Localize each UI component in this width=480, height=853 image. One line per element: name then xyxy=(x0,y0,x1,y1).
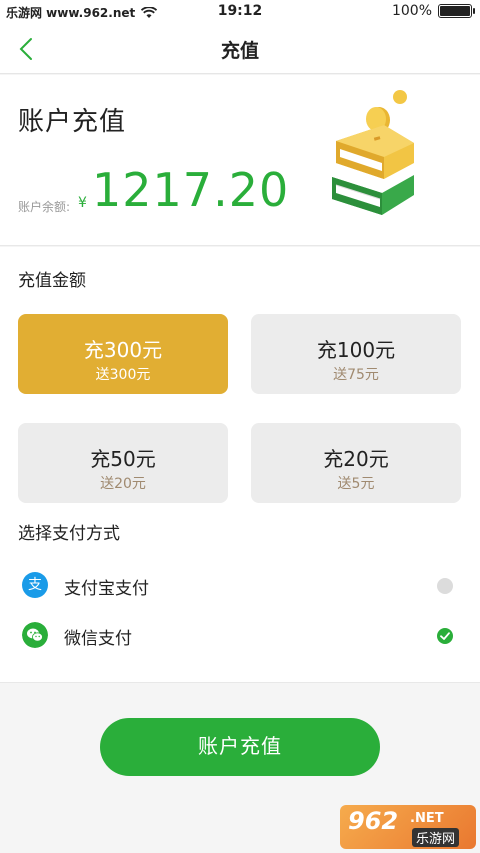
amount-option-main: 充300元 xyxy=(83,338,163,362)
checkmark-icon[interactable] xyxy=(437,628,453,644)
amount-option-gift: 送20元 xyxy=(100,476,146,492)
amount-section-label: 充值金额 xyxy=(18,271,86,291)
amount-option-20[interactable]: 充20元 送5元 xyxy=(251,423,461,503)
amount-option-50[interactable]: 充50元 送20元 xyxy=(18,423,228,503)
amount-option-gift: 送5元 xyxy=(337,476,375,492)
battery-level xyxy=(440,6,470,16)
battery-icon xyxy=(438,4,475,18)
amount-option-300[interactable]: 充300元 送300元 xyxy=(18,314,228,394)
payment-option-alipay[interactable]: 支 支付宝支付 xyxy=(0,562,480,608)
battery-percent: 100% xyxy=(391,3,432,19)
amount-option-main: 充20元 xyxy=(323,447,389,471)
battery-status: 100% xyxy=(391,3,475,19)
card-title: 账户充值 xyxy=(18,107,127,137)
alipay-icon: 支 xyxy=(22,572,48,598)
wechat-icon xyxy=(22,622,48,648)
status-bar: 乐游网 www.962.net 19:12 100% xyxy=(0,0,480,24)
recharge-options: 充值金额 充300元 送300元 充100元 送75元 充50元 送20元 充2… xyxy=(0,247,480,683)
payment-section-label: 选择支付方式 xyxy=(18,524,120,544)
watermark-number: 962 xyxy=(348,807,399,835)
payment-label-wechat: 微信支付 xyxy=(64,629,132,649)
currency-symbol: ¥ xyxy=(78,195,87,211)
books-coins-icon xyxy=(332,90,414,215)
recharge-submit-button[interactable]: 账户充值 xyxy=(100,718,380,776)
watermark-net: .NET xyxy=(410,811,444,826)
site-watermark-logo: 962 .NET 乐游网 xyxy=(340,805,476,849)
watermark-cn: 乐游网 xyxy=(412,828,460,847)
amount-option-gift: 送300元 xyxy=(95,367,151,383)
balance-amount: 1217.20 xyxy=(92,163,290,217)
amount-option-100[interactable]: 充100元 送75元 xyxy=(251,314,461,394)
amount-option-gift: 送75元 xyxy=(333,367,379,383)
amount-option-main: 充50元 xyxy=(90,447,156,471)
radio-unchecked-icon[interactable] xyxy=(437,578,453,594)
page-title: 充值 xyxy=(220,40,259,62)
amount-option-main: 充100元 xyxy=(316,338,396,362)
payment-option-wechat[interactable]: 微信支付 xyxy=(0,612,480,658)
balance-label: 账户余额: xyxy=(18,200,71,214)
balance-card: 账户充值 账户余额: ¥ 1217.20 xyxy=(0,75,480,246)
payment-label-alipay: 支付宝支付 xyxy=(64,579,149,599)
nav-bar: 充值 xyxy=(0,24,480,74)
